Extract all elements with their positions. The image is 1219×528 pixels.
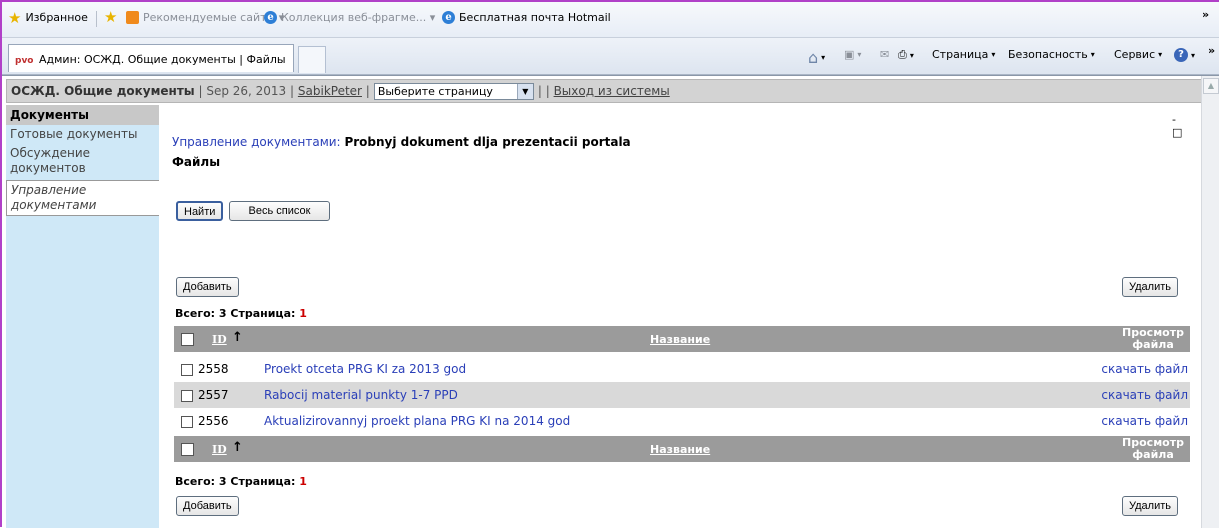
find-button[interactable]: Найти bbox=[176, 201, 224, 221]
site-header-bar: ОСЖД. Общие документы | Sep 26, 2013 | S… bbox=[6, 79, 1207, 103]
new-tab-button[interactable] bbox=[298, 46, 326, 73]
sidebar-item-discussion[interactable]: Обсуждение документов bbox=[6, 144, 159, 178]
view-column-header: Просмотр файла bbox=[1122, 326, 1184, 351]
home-button[interactable]: ⌂ ▾ bbox=[808, 48, 825, 67]
totals-info: Всего: 3 Страница: 1 bbox=[175, 307, 307, 320]
select-all-checkbox[interactable] bbox=[181, 443, 194, 456]
favorites-button[interactable]: ★ Избранное bbox=[8, 8, 88, 27]
ie-icon: e bbox=[442, 11, 455, 24]
table-row: 2558 Proekt otceta PRG KI za 2013 god ск… bbox=[174, 356, 1190, 382]
sort-arrow-icon: ↑ bbox=[232, 330, 243, 345]
favorites-bar: ★ Избранное ★ Рекомендуемые сайты ▾ e Ко… bbox=[2, 2, 1219, 38]
header-separator: | | bbox=[537, 84, 550, 98]
totals-info: Всего: 3 Страница: 1 bbox=[175, 475, 307, 488]
add-to-favorites-icon[interactable]: ★ bbox=[104, 10, 117, 25]
sidebar-section-title: Документы bbox=[6, 105, 159, 125]
site-title: ОСЖД. Общие документы bbox=[11, 84, 195, 98]
page-number[interactable]: 1 bbox=[299, 475, 307, 488]
suggested-sites-link[interactable]: Рекомендуемые сайты ▾ bbox=[126, 11, 284, 24]
view-column-header: Просмотр файла bbox=[1122, 436, 1184, 461]
help-button[interactable]: ? ▾ bbox=[1174, 48, 1195, 62]
tab-active[interactable]: pvo Админ: ОСЖД. Общие документы | Файлы bbox=[8, 44, 294, 72]
download-link[interactable]: скачать файл bbox=[1101, 388, 1188, 402]
page-title: Файлы bbox=[172, 155, 221, 169]
row-name-link[interactable]: Rabocij material punkty 1-7 PPD bbox=[264, 388, 458, 402]
tab-row: pvo Админ: ОСЖД. Общие документы | Файлы… bbox=[2, 38, 1219, 75]
chevron-more-icon[interactable]: » bbox=[1202, 8, 1209, 21]
page-viewport: ОСЖД. Общие документы | Sep 26, 2013 | S… bbox=[2, 75, 1219, 528]
id-column-header[interactable]: ID bbox=[212, 443, 227, 456]
window-controls[interactable]: - □ bbox=[1172, 113, 1192, 139]
sidebar-item-document-management[interactable]: Управление документами bbox=[6, 180, 159, 216]
web-slice-gallery-link[interactable]: e Коллекция веб-фрагме... ▾ bbox=[264, 11, 435, 24]
table-header: ID ↑ Название Просмотр файла bbox=[174, 326, 1190, 352]
breadcrumb-link[interactable]: Управление документами: bbox=[172, 135, 341, 149]
rss-icon: ▣ bbox=[844, 48, 855, 61]
row-name-link[interactable]: Proekt otceta PRG KI za 2013 god bbox=[264, 362, 466, 376]
print-button[interactable]: ⎙ ▾ bbox=[898, 48, 914, 62]
page-menu[interactable]: Страница ▾ bbox=[932, 48, 995, 61]
table-row: 2556 Aktualizirovannyj proekt plana PRG … bbox=[174, 408, 1190, 434]
feeds-button[interactable]: ▣ ▾ bbox=[844, 48, 861, 61]
scroll-up-icon[interactable]: ▲ bbox=[1203, 78, 1219, 94]
mail-button[interactable]: ✉ bbox=[880, 48, 889, 61]
tools-menu[interactable]: Сервис ▾ bbox=[1114, 48, 1162, 61]
header-date: | Sep 26, 2013 | bbox=[198, 84, 295, 98]
ie-icon: e bbox=[264, 11, 277, 24]
name-column-header[interactable]: Название bbox=[650, 443, 710, 456]
suggested-sites-icon bbox=[126, 11, 139, 24]
row-checkbox[interactable] bbox=[181, 364, 193, 376]
add-button[interactable]: Добавить bbox=[176, 277, 239, 297]
sidebar-item-ready-documents[interactable]: Готовые документы bbox=[6, 125, 159, 144]
sidebar: Документы Готовые документы Обсуждение д… bbox=[6, 105, 159, 528]
row-checkbox[interactable] bbox=[181, 416, 193, 428]
site-favicon-icon: pvo bbox=[15, 56, 34, 66]
sort-arrow-icon: ↑ bbox=[232, 440, 243, 455]
favorites-star-icon: ★ bbox=[8, 8, 22, 27]
row-id: 2557 bbox=[198, 388, 229, 402]
print-icon: ⎙ bbox=[898, 48, 907, 61]
row-id: 2556 bbox=[198, 414, 229, 428]
page-select[interactable]: Выберите страницу ▼ bbox=[373, 82, 534, 100]
table-row: 2557 Rabocij material punkty 1-7 PPD ска… bbox=[174, 382, 1190, 408]
download-link[interactable]: скачать файл bbox=[1101, 362, 1188, 376]
mail-icon: ✉ bbox=[880, 48, 890, 61]
hotmail-link[interactable]: e Бесплатная почта Hotmail bbox=[442, 11, 611, 24]
security-menu[interactable]: Безопасность ▾ bbox=[1008, 48, 1095, 61]
logout-link[interactable]: Выход из системы bbox=[554, 84, 670, 98]
document-title: Probnyj dokument dlja prezentacii portal… bbox=[344, 135, 631, 149]
select-all-checkbox[interactable] bbox=[181, 333, 194, 346]
row-checkbox[interactable] bbox=[181, 390, 193, 402]
delete-button[interactable]: Удалить bbox=[1122, 277, 1178, 297]
add-button[interactable]: Добавить bbox=[176, 496, 239, 516]
vertical-scrollbar[interactable]: ▲ bbox=[1201, 76, 1219, 528]
row-id: 2558 bbox=[198, 362, 229, 376]
row-name-link[interactable]: Aktualizirovannyj proekt plana PRG KI na… bbox=[264, 414, 570, 428]
name-column-header[interactable]: Название bbox=[650, 333, 710, 346]
user-link[interactable]: SabikPeter bbox=[298, 84, 362, 98]
breadcrumb: Управление документами: Probnyj dokument… bbox=[172, 135, 631, 149]
download-link[interactable]: скачать файл bbox=[1101, 414, 1188, 428]
home-icon: ⌂ bbox=[808, 48, 819, 67]
full-list-button[interactable]: Весь список bbox=[229, 201, 330, 221]
table-footer-header: ID ↑ Название Просмотр файла bbox=[174, 436, 1190, 462]
separator bbox=[96, 11, 97, 27]
help-icon: ? bbox=[1174, 48, 1188, 62]
chevron-more-icon[interactable]: » bbox=[1208, 44, 1215, 57]
delete-button[interactable]: Удалить bbox=[1122, 496, 1178, 516]
page-number[interactable]: 1 bbox=[299, 307, 307, 320]
chevron-down-icon: ▼ bbox=[516, 83, 533, 99]
id-column-header[interactable]: ID bbox=[212, 333, 227, 346]
